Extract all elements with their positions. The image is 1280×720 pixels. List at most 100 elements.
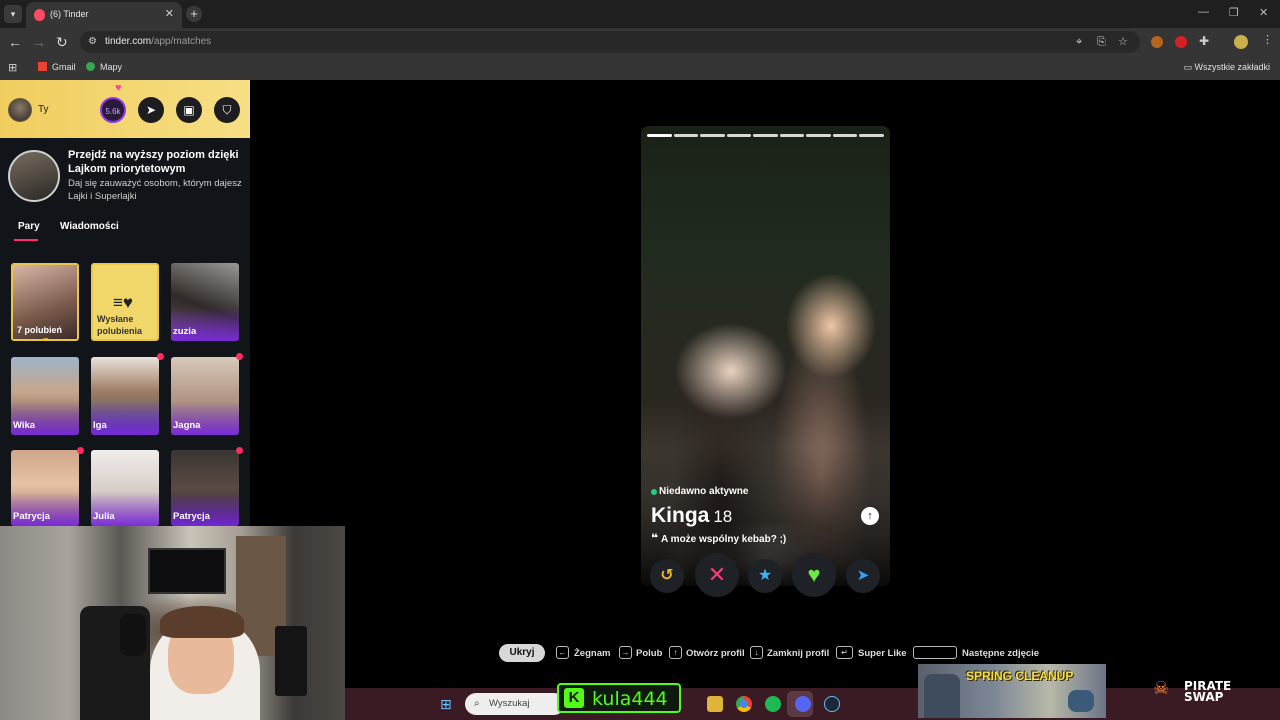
photo-segment[interactable] xyxy=(673,134,699,137)
minimize-icon[interactable]: — xyxy=(1198,6,1209,18)
photo-segment[interactable] xyxy=(726,134,752,137)
new-tab-button[interactable]: + xyxy=(186,6,202,22)
back-icon[interactable]: ← xyxy=(8,33,22,51)
match-name: Patrycja xyxy=(173,511,210,522)
online-status-dot xyxy=(651,489,657,495)
photo-segment[interactable] xyxy=(647,134,672,137)
adblock-extension-icon[interactable] xyxy=(1175,36,1187,48)
bookmarks-bar: ⊞ Gmail Mapy ▭ Wszystkie zakładki xyxy=(0,56,1280,80)
user-avatar[interactable] xyxy=(8,98,32,122)
photo-segment[interactable] xyxy=(859,134,884,137)
superlike-button[interactable]: ★ xyxy=(748,559,782,593)
photo-segment[interactable] xyxy=(806,134,831,137)
enter-key-icon: ↵ xyxy=(836,646,853,659)
location-icon[interactable]: ⌖ xyxy=(1076,36,1082,49)
bookmark-mapy[interactable]: Mapy xyxy=(86,62,122,72)
match-card[interactable]: Iga xyxy=(91,357,159,435)
tab-close-icon[interactable]: ✕ xyxy=(165,7,174,20)
heart-icon: ♥ xyxy=(807,562,821,587)
kick-username-badge: K kula444 xyxy=(557,683,681,713)
explore-compass-icon[interactable]: ➤ xyxy=(138,97,164,123)
work-briefcase-icon[interactable]: ▣ xyxy=(176,97,202,123)
likes-you-card[interactable]: 7 polubień ♥ xyxy=(11,263,79,341)
forward-icon[interactable]: → xyxy=(32,33,46,51)
maximize-icon[interactable]: ❐ xyxy=(1229,6,1239,19)
pirate-skull-icon: ☠ xyxy=(1153,678,1170,698)
browser-tab-tinder[interactable]: (6) Tinder ✕ xyxy=(26,2,182,28)
bookmark-gmail-label: Gmail xyxy=(52,62,76,72)
discord-icon[interactable] xyxy=(795,696,811,712)
pirateswap-logo: ☠ PIRATE SWAP xyxy=(1150,676,1250,710)
safety-shield-icon[interactable]: ⛉ xyxy=(214,97,240,123)
active-tab-indicator xyxy=(14,239,38,241)
photo-segment[interactable] xyxy=(700,134,725,137)
heart-badge-icon: ♥ xyxy=(115,82,122,94)
window-close-icon[interactable]: ✕ xyxy=(1259,6,1268,19)
extensions-puzzle-icon[interactable]: ✚ xyxy=(1199,34,1209,48)
like-button[interactable]: ♥ xyxy=(792,553,836,597)
nope-button[interactable]: ✕ xyxy=(695,553,739,597)
tab-messages[interactable]: Wiadomości xyxy=(60,221,119,232)
new-match-dot xyxy=(77,447,84,454)
photo-segment[interactable] xyxy=(832,134,858,137)
profile-avatar-icon[interactable] xyxy=(1234,35,1248,49)
url-text: tinder.com/app/matches xyxy=(105,36,211,47)
boost-button[interactable]: ➤ xyxy=(846,559,880,593)
match-card[interactable]: Wika xyxy=(11,357,79,435)
promo-thumbnail xyxy=(8,150,60,202)
match-card[interactable]: zuzia xyxy=(171,263,239,341)
file-explorer-icon[interactable] xyxy=(707,696,723,712)
all-bookmarks[interactable]: ▭ Wszystkie zakładki xyxy=(1183,62,1270,73)
promo-subtitle: Daj się zauważyć osobom, którym dajesz L… xyxy=(68,178,242,202)
address-bar[interactable]: ⚙ tinder.com/app/matches ⌖ ⎘ ☆ xyxy=(80,31,1140,53)
priority-likes-promo[interactable]: Przejdź na wyższy poziom dzięki Lajkom p… xyxy=(0,138,250,212)
screen: ▾ (6) Tinder ✕ + — ❐ ✕ ← → ↻ ⚙ tinder.co… xyxy=(0,0,1280,720)
kick-logo-icon: K xyxy=(564,688,584,708)
likes-you-button[interactable]: 5.6k xyxy=(100,97,126,123)
spring-figure xyxy=(924,674,960,718)
browser-menu-icon[interactable]: ⋮ xyxy=(1262,33,1273,46)
bookmark-star-icon[interactable]: ☆ xyxy=(1118,35,1128,48)
likes-card-label: 7 polubień xyxy=(17,325,62,335)
extension-icon[interactable] xyxy=(1151,36,1163,48)
sidebar-tabs: Pary Wiadomości xyxy=(0,218,250,244)
spotify-icon[interactable] xyxy=(765,696,781,712)
photo-segment[interactable] xyxy=(753,134,778,137)
match-card[interactable]: Patrycja xyxy=(11,450,79,526)
photo-segment[interactable] xyxy=(779,134,805,137)
tab-search-button[interactable]: ▾ xyxy=(4,5,22,23)
open-profile-button[interactable]: ↑ xyxy=(861,507,879,525)
quote-icon: ❝ xyxy=(651,531,659,545)
rewind-icon: ↺ xyxy=(660,567,674,584)
profile-age: 18 xyxy=(713,507,733,526)
rewind-button[interactable]: ↺ xyxy=(650,559,684,593)
activity-status: Niedawno aktywne xyxy=(659,486,749,497)
match-card[interactable]: Patrycja xyxy=(171,450,239,526)
all-bookmarks-label: Wszystkie zakładki xyxy=(1194,62,1270,72)
hint-nope: Żegnam xyxy=(574,648,611,659)
space-key-icon xyxy=(913,646,957,659)
match-card[interactable]: Julia xyxy=(91,450,159,526)
search-icon: ⌕ xyxy=(474,698,480,709)
bookmark-gmail[interactable]: Gmail xyxy=(38,62,76,72)
reload-icon[interactable]: ↻ xyxy=(56,33,68,51)
sent-likes-card[interactable]: ≡♥ Wysłane polubienia xyxy=(91,263,159,341)
windows-taskbar: ⊞ ⌕ Wyszukaj xyxy=(345,688,1280,720)
promo-title: Przejdź na wyższy poziom dzięki Lajkom p… xyxy=(68,149,239,175)
taskbar-search[interactable]: ⌕ Wyszukaj xyxy=(465,693,565,715)
user-name[interactable]: Ty xyxy=(38,104,49,115)
steam-icon[interactable] xyxy=(824,696,840,712)
profile-card[interactable]: Niedawno aktywne Kinga 18 ❝ A może wspólny… xyxy=(641,126,890,586)
spring-cleanup-ad: SPRING CLEANUP xyxy=(918,664,1106,718)
match-name: Julia xyxy=(93,511,115,522)
match-card[interactable]: Jagna xyxy=(171,357,239,435)
hide-hints-button[interactable]: Ukryj xyxy=(499,644,545,662)
chrome-center-icon xyxy=(740,700,748,708)
site-info-icon[interactable]: ⚙ xyxy=(88,36,100,48)
match-name: Wika xyxy=(13,420,36,431)
apps-grid-icon[interactable]: ⊞ xyxy=(8,61,17,74)
windows-start-icon[interactable]: ⊞ xyxy=(440,696,452,713)
tab-matches[interactable]: Pary xyxy=(18,221,40,232)
tinder-favicon-icon xyxy=(34,9,45,21)
install-app-icon[interactable]: ⎘ xyxy=(1097,36,1106,49)
